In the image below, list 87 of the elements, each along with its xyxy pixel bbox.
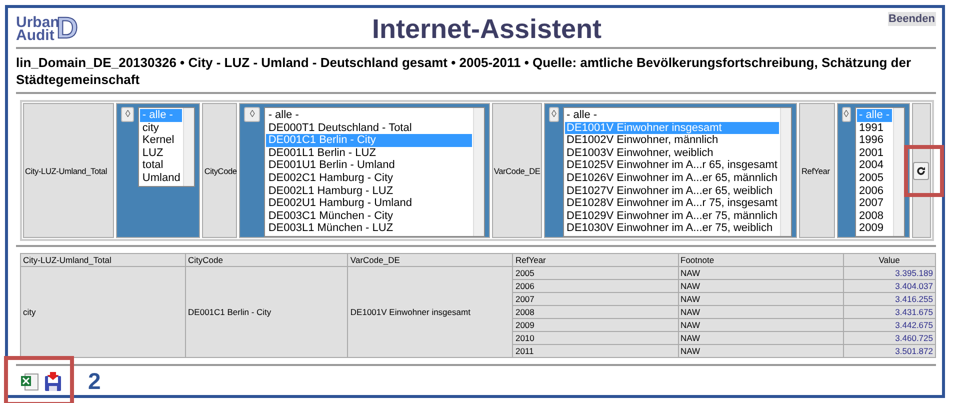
column-header: Footnote bbox=[678, 254, 844, 266]
list-option[interactable]: - alle - bbox=[564, 109, 780, 122]
table-cell: 3.460.725 bbox=[843, 332, 936, 344]
list-option[interactable]: city bbox=[140, 122, 182, 134]
sort-button[interactable]: ◊ bbox=[121, 107, 134, 122]
table-cell: 2009 bbox=[512, 318, 678, 332]
table-cell: 3.395.189 bbox=[843, 266, 936, 280]
list-option[interactable]: DE001L1 Berlin - LUZ bbox=[266, 146, 472, 160]
sort-button[interactable]: ◊ bbox=[842, 107, 851, 122]
scrollbar[interactable] bbox=[472, 108, 484, 236]
filter-listbox[interactable]: - alle - city Kernel LUZ total Umland bbox=[138, 107, 196, 187]
callout-frame bbox=[904, 145, 944, 197]
table-cell: NAW bbox=[678, 344, 844, 358]
table-cell: 2008 bbox=[512, 306, 678, 318]
sort-button[interactable]: ◊ bbox=[244, 107, 260, 122]
table-cell: 3.416.255 bbox=[843, 292, 936, 306]
table-cell: city bbox=[20, 266, 186, 358]
list-option[interactable]: DE002L1 Hamburg - LUZ bbox=[266, 184, 472, 198]
filter-listbox[interactable] bbox=[264, 107, 485, 237]
column-header: City-LUZ-Umland_Total bbox=[20, 254, 186, 266]
list-option[interactable]: DE1027V Einwohner im A...er 65, weiblich bbox=[564, 184, 780, 198]
list-option[interactable]: DE1029V Einwohner im A...er 75, männlich bbox=[564, 210, 780, 222]
list-option[interactable]: DE1026V Einwohner im A...er 65, männlich bbox=[564, 172, 780, 185]
refresh-icon bbox=[916, 166, 926, 176]
table-cell: NAW bbox=[678, 266, 844, 280]
column-header: VarCode_DE bbox=[348, 254, 513, 266]
table-cell: 2011 bbox=[512, 344, 678, 358]
table-cell: NAW bbox=[678, 306, 844, 318]
list-option[interactable]: DE1030V Einwohner im A...er 75, weiblich bbox=[564, 222, 780, 235]
exit-button[interactable]: Beenden bbox=[888, 12, 936, 26]
list-option[interactable]: Umland bbox=[140, 172, 182, 185]
callout-number: 2 bbox=[88, 368, 101, 395]
scrollbar[interactable] bbox=[892, 108, 904, 236]
scrollbar[interactable] bbox=[780, 108, 792, 236]
list-option[interactable]: - alle - bbox=[266, 109, 472, 122]
spreadsheet-icon[interactable] bbox=[20, 372, 40, 392]
save-icon[interactable] bbox=[44, 372, 62, 392]
table-cell: 2005 bbox=[512, 266, 678, 280]
table-cell: 2010 bbox=[512, 332, 678, 344]
table-cell: 3.404.037 bbox=[843, 280, 936, 292]
table-cell: DE001C1 Berlin - City bbox=[186, 266, 348, 358]
list-option[interactable]: DE003C1 München - City bbox=[266, 210, 472, 222]
list-option[interactable]: DE1002V Einwohner, männlich bbox=[564, 134, 780, 147]
table-cell: 2006 bbox=[512, 280, 678, 292]
list-option[interactable]: DE001U1 Berlin - Umland bbox=[266, 159, 472, 172]
list-option[interactable]: 2006 bbox=[856, 184, 892, 198]
table-cell: NAW bbox=[678, 318, 844, 332]
list-option[interactable]: 2007 bbox=[856, 197, 892, 210]
callout-frame bbox=[4, 356, 74, 403]
table-cell: 2007 bbox=[512, 292, 678, 306]
list-option[interactable]: total bbox=[140, 159, 182, 172]
list-option[interactable]: 1996 bbox=[856, 134, 892, 147]
list-option[interactable]: 2004 bbox=[856, 159, 892, 172]
list-option[interactable]: DE000T1 Deutschland - Total bbox=[266, 122, 472, 134]
filter-label: City-LUZ-Umland_Total bbox=[25, 166, 108, 176]
list-option[interactable]: 2008 bbox=[856, 210, 892, 222]
list-option[interactable]: Kernel bbox=[140, 134, 182, 147]
column-header: Value bbox=[843, 254, 936, 266]
filter-label: VarCode_DE bbox=[494, 166, 540, 176]
filter-label: RefYear bbox=[801, 166, 830, 176]
table-cell: DE1001V Einwohner insgesamt bbox=[348, 266, 513, 358]
refresh-button[interactable] bbox=[913, 162, 930, 180]
list-option[interactable]: LUZ bbox=[140, 146, 182, 160]
list-option[interactable]: DE1025V Einwohner im A...r 65, insgesamt bbox=[564, 159, 780, 172]
list-option[interactable]: 1991 bbox=[856, 122, 892, 134]
table-cell: NAW bbox=[678, 292, 844, 306]
list-option[interactable]: 2009 bbox=[856, 222, 892, 235]
filter-listbox[interactable]: - alle - 1991 1996 2001 2004 2005 2006 2007 2008 2009 bbox=[854, 107, 905, 237]
column-header: RefYear bbox=[512, 254, 678, 266]
table-cell: NAW bbox=[678, 280, 844, 292]
dataset-description: lin_Domain_DE_20130326 • City - LUZ - Umland - Deutschland gesamt • 2005-2011 • Quelle: amtliche Bevölkerungsfortschreibung, Schätzung der Städtegemeinschaft bbox=[16, 49, 936, 94]
page-title: Internet-Assistent bbox=[370, 14, 603, 45]
list-option[interactable]: DE1003V Einwohner, weiblich bbox=[564, 146, 780, 160]
list-option[interactable]: 2005 bbox=[856, 172, 892, 185]
column-header: CityCode bbox=[186, 254, 348, 266]
scrollbar[interactable] bbox=[183, 108, 194, 186]
list-option[interactable]: 2001 bbox=[856, 146, 892, 160]
table-cell: 3.501.872 bbox=[843, 344, 936, 358]
list-option[interactable]: DE002U1 Hamburg - Umland bbox=[266, 197, 472, 210]
table-cell: NAW bbox=[678, 332, 844, 344]
sort-button[interactable]: ◊ bbox=[549, 107, 559, 122]
list-option[interactable]: DE1028V Einwohner im A...r 75, insgesamt bbox=[564, 197, 780, 210]
table-cell: 3.442.675 bbox=[843, 318, 936, 332]
table-cell: 3.431.675 bbox=[843, 306, 936, 318]
list-option[interactable]: DE003L1 München - LUZ bbox=[266, 222, 472, 235]
list-option[interactable]: DE002C1 Hamburg - City bbox=[266, 172, 472, 185]
filter-label: CityCode bbox=[204, 166, 237, 176]
